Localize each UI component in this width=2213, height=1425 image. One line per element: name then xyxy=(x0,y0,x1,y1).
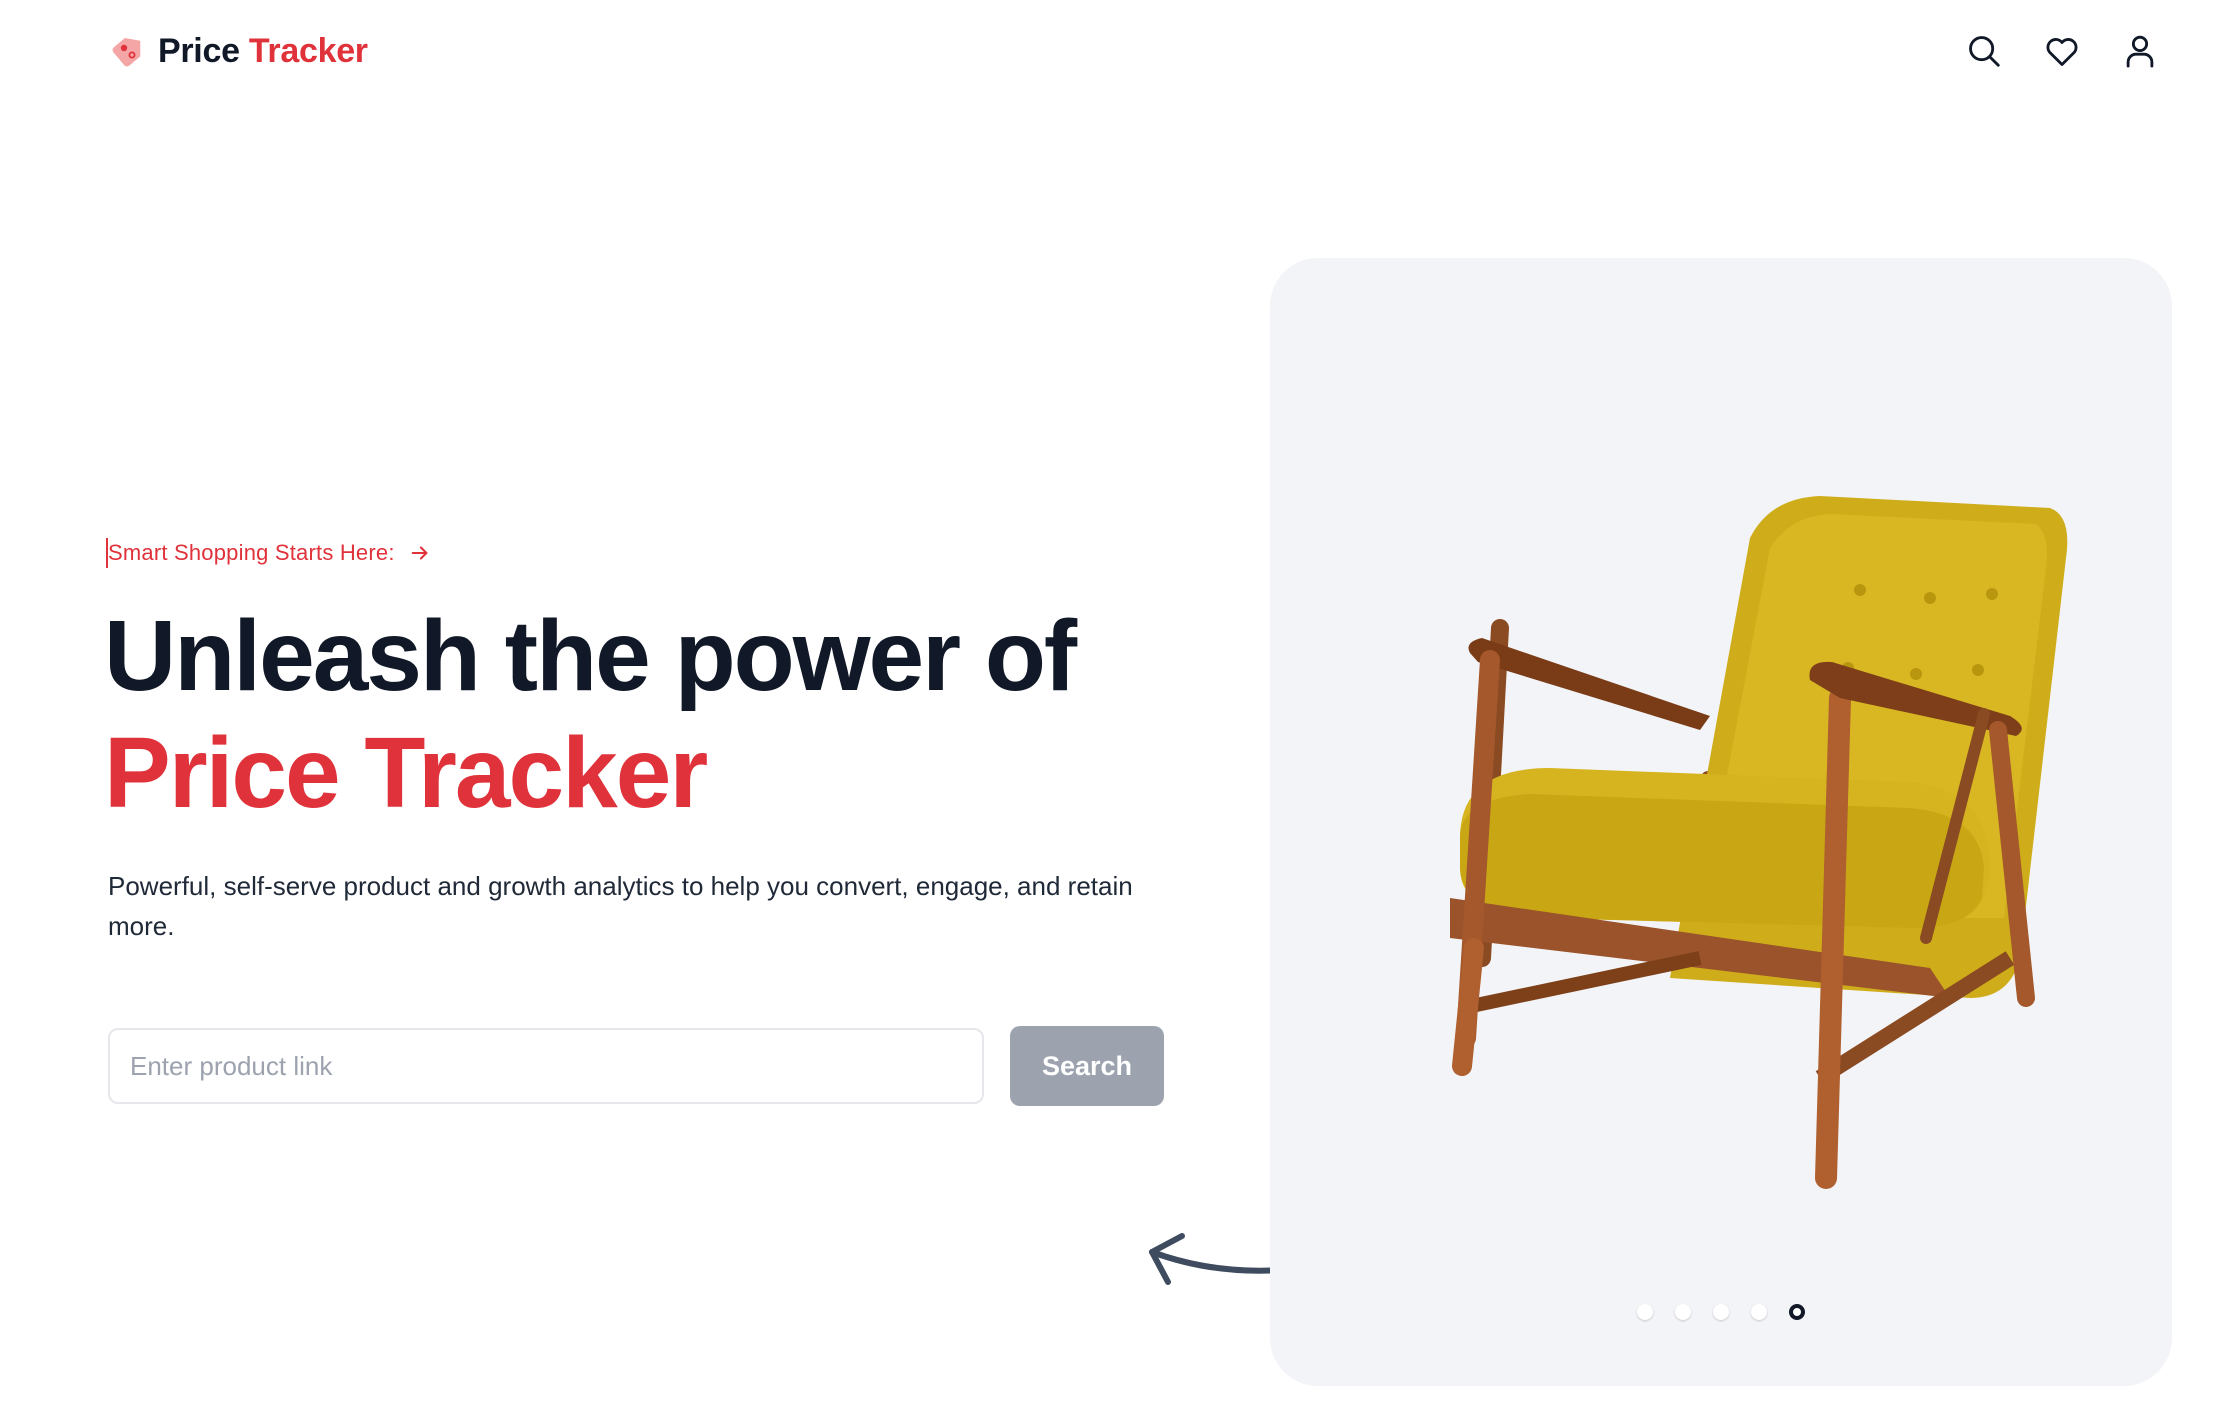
product-link-input[interactable] xyxy=(108,1028,984,1104)
carousel-dots xyxy=(1270,1304,2172,1320)
carousel-dot-active[interactable] xyxy=(1789,1304,1805,1320)
hero-subtext: Powerful, self-serve product and growth … xyxy=(108,871,1133,941)
headline-line2: Price Tracker xyxy=(104,717,708,829)
carousel-dot[interactable] xyxy=(1751,1304,1767,1320)
headline-line1: Unleash the power of xyxy=(104,600,1077,712)
nav-icons xyxy=(1963,30,2161,72)
page: Price Tracker Smart Shopping Starts Here… xyxy=(0,0,2213,1425)
navbar: Price Tracker xyxy=(0,0,2213,110)
user-icon[interactable] xyxy=(2119,30,2161,72)
brand-name-part2: Tracker xyxy=(248,31,368,70)
product-carousel-card xyxy=(1270,258,2172,1386)
brand-name: Price Tracker xyxy=(158,32,368,71)
search-icon[interactable] xyxy=(1963,30,2005,72)
hero-headline: Unleash the power of Price Tracker xyxy=(104,598,1204,832)
search-button[interactable]: Search xyxy=(1010,1026,1164,1106)
hero-eyebrow: Smart Shopping Starts Here: xyxy=(106,538,431,568)
yellow-armchair-image xyxy=(1450,496,2068,1189)
arrow-right-icon xyxy=(411,546,428,560)
eyebrow-text: Smart Shopping Starts Here: xyxy=(108,540,395,565)
heart-icon[interactable] xyxy=(2041,30,2083,72)
text-caret xyxy=(106,538,108,568)
price-tag-icon xyxy=(112,37,141,67)
brand-logo[interactable]: Price Tracker xyxy=(108,28,368,74)
carousel-dot[interactable] xyxy=(1713,1304,1729,1320)
brand-name-part1: Price xyxy=(158,31,240,70)
product-search-form: Search xyxy=(108,1026,1164,1106)
carousel-dot[interactable] xyxy=(1637,1304,1653,1320)
carousel-dot[interactable] xyxy=(1675,1304,1691,1320)
